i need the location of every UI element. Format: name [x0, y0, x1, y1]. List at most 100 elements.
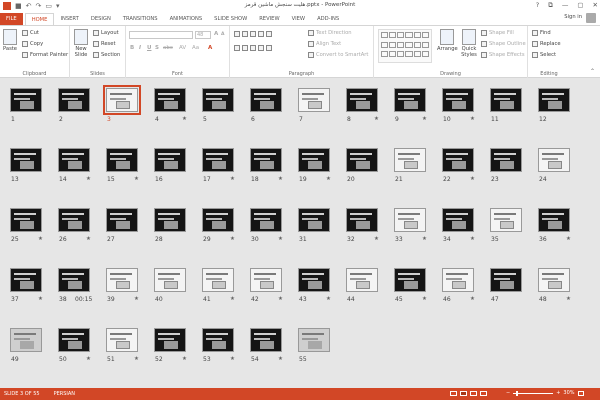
slide-thumbnail[interactable]: [442, 208, 474, 232]
slide-thumbnail[interactable]: [154, 88, 186, 112]
slide-thumbnail[interactable]: [394, 88, 426, 112]
cut-button[interactable]: Cut: [22, 30, 39, 36]
animation-star-icon[interactable]: ★: [230, 176, 235, 182]
shape-star-icon[interactable]: [389, 41, 397, 48]
animation-star-icon[interactable]: ★: [182, 356, 187, 362]
font-color-button[interactable]: A: [208, 45, 212, 51]
shape-block-arrow-icon[interactable]: [381, 51, 389, 58]
animation-star-icon[interactable]: ★: [86, 176, 91, 182]
animation-star-icon[interactable]: ★: [470, 296, 475, 302]
shape-brace-icon[interactable]: [381, 41, 389, 48]
shape-banner-icon[interactable]: [397, 51, 405, 58]
animation-star-icon[interactable]: ★: [422, 236, 427, 242]
slide-thumbnail[interactable]: [346, 88, 378, 112]
normal-view-icon[interactable]: [450, 391, 457, 396]
slide-thumbnail[interactable]: [490, 208, 522, 232]
animation-star-icon[interactable]: ★: [566, 296, 571, 302]
shape-triangle-icon[interactable]: [413, 32, 421, 38]
reading-view-icon[interactable]: [470, 391, 477, 396]
layout-button[interactable]: Layout: [93, 30, 119, 36]
arrange-button[interactable]: Arrange: [437, 29, 458, 52]
slide-thumbnail[interactable]: [298, 268, 330, 292]
animation-star-icon[interactable]: ★: [470, 116, 475, 122]
ribbon-display-icon[interactable]: ⧉: [548, 1, 553, 10]
shape-curve-icon[interactable]: [405, 41, 413, 48]
slide-thumbnail[interactable]: [58, 328, 90, 352]
shape-scribble-icon[interactable]: [421, 41, 429, 48]
shape-rectangle-icon[interactable]: [397, 32, 405, 38]
convert-smartart-button[interactable]: Convert to SmartArt: [308, 52, 368, 58]
bold-button[interactable]: B: [130, 45, 134, 51]
slide-thumbnail[interactable]: [490, 148, 522, 172]
tab-add-ins[interactable]: ADD-INS: [311, 13, 345, 25]
slide-thumbnail[interactable]: [490, 268, 522, 292]
replace-button[interactable]: Replace: [532, 41, 561, 47]
shape-effects-button[interactable]: Shape Effects: [481, 52, 525, 58]
animation-star-icon[interactable]: ★: [470, 176, 475, 182]
change-case-button[interactable]: Aa: [192, 45, 199, 51]
animation-star-icon[interactable]: ★: [278, 296, 283, 302]
zoom-slider[interactable]: [513, 390, 554, 396]
slide-thumbnail[interactable]: [298, 148, 330, 172]
shrink-font-button[interactable]: A: [221, 32, 224, 37]
maximize-button[interactable]: ▢: [577, 1, 583, 10]
tab-file[interactable]: FILE: [0, 13, 23, 25]
shape-equation-icon[interactable]: [405, 51, 413, 58]
slide-thumbnail[interactable]: [538, 148, 570, 172]
animation-star-icon[interactable]: ★: [326, 176, 331, 182]
animation-star-icon[interactable]: ★: [278, 176, 283, 182]
animation-star-icon[interactable]: ★: [422, 296, 427, 302]
grow-font-button[interactable]: A: [214, 31, 218, 37]
animation-star-icon[interactable]: ★: [230, 356, 235, 362]
quick-styles-button[interactable]: Quick Styles: [460, 29, 478, 58]
slide-thumbnail[interactable]: [250, 268, 282, 292]
sign-in-link[interactable]: Sign in: [564, 14, 582, 20]
shape-freeform-icon[interactable]: [413, 41, 421, 48]
new-slide-button[interactable]: New Slide: [72, 29, 90, 58]
slide-thumbnail[interactable]: [394, 148, 426, 172]
animation-star-icon[interactable]: ★: [134, 356, 139, 362]
slide-thumbnail[interactable]: [250, 328, 282, 352]
slide-thumbnail[interactable]: [106, 268, 138, 292]
minimize-button[interactable]: —: [562, 1, 569, 10]
slide-thumbnail[interactable]: [58, 148, 90, 172]
select-button[interactable]: Select: [532, 52, 556, 58]
slide-thumbnail[interactable]: [202, 208, 234, 232]
shape-connector-icon[interactable]: [421, 32, 429, 38]
zoom-out-button[interactable]: −: [506, 390, 510, 396]
shape-arrow-icon[interactable]: [389, 32, 397, 38]
animation-star-icon[interactable]: ★: [278, 236, 283, 242]
character-spacing-button[interactable]: AV: [179, 45, 186, 51]
slide-thumbnail[interactable]: [202, 88, 234, 112]
tab-review[interactable]: REVIEW: [253, 13, 285, 25]
slide-thumbnail[interactable]: [250, 88, 282, 112]
slide-thumbnail[interactable]: [250, 208, 282, 232]
bullets-button[interactable]: [234, 31, 272, 37]
font-name-combo[interactable]: [129, 31, 193, 39]
underline-button[interactable]: U: [147, 45, 151, 51]
tab-animations[interactable]: ANIMATIONS: [164, 13, 209, 25]
slide-thumbnail[interactable]: [103, 85, 141, 115]
animation-star-icon[interactable]: ★: [134, 296, 139, 302]
shapes-gallery[interactable]: [378, 29, 432, 63]
slide-thumbnail[interactable]: [202, 148, 234, 172]
alignment-buttons[interactable]: [234, 45, 272, 51]
tab-slide-show[interactable]: SLIDE SHOW: [208, 13, 253, 25]
animation-star-icon[interactable]: ★: [278, 356, 283, 362]
slide-thumbnail[interactable]: [298, 328, 330, 352]
slide-thumbnail[interactable]: [442, 268, 474, 292]
tab-view[interactable]: VIEW: [286, 13, 312, 25]
slide-thumbnail[interactable]: [10, 328, 42, 352]
tab-home[interactable]: HOME: [24, 13, 55, 25]
slide-thumbnail[interactable]: [154, 328, 186, 352]
slide-thumbnail[interactable]: [10, 268, 42, 292]
font-size-combo[interactable]: 48: [195, 31, 211, 39]
copy-button[interactable]: Copy: [22, 41, 43, 47]
slide-thumbnail[interactable]: [346, 148, 378, 172]
shape-fill-button[interactable]: Shape Fill: [481, 30, 514, 36]
text-shadow-button[interactable]: S: [155, 45, 159, 51]
animation-star-icon[interactable]: ★: [86, 356, 91, 362]
slide-thumbnail[interactable]: [154, 208, 186, 232]
slide-sorter-view-icon[interactable]: [460, 391, 467, 396]
slide-thumbnail[interactable]: [394, 208, 426, 232]
